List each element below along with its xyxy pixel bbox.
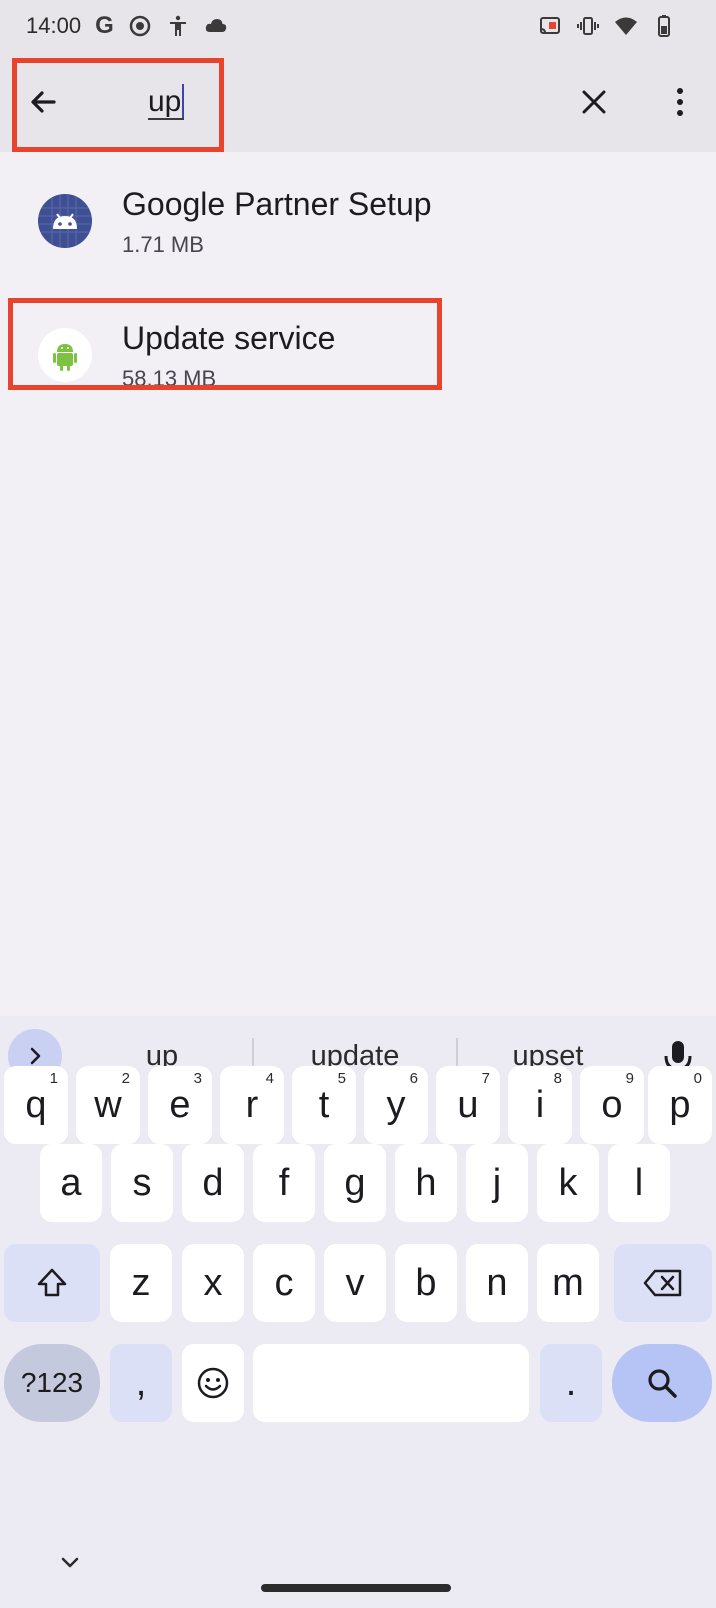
key-label: e — [169, 1083, 191, 1126]
key-i[interactable]: i8 — [508, 1066, 572, 1144]
key-label: a — [60, 1161, 82, 1204]
search-key[interactable] — [612, 1344, 712, 1422]
close-icon[interactable] — [574, 82, 614, 122]
key-o[interactable]: o9 — [580, 1066, 644, 1144]
key-p[interactable]: p0 — [648, 1066, 712, 1144]
comma-key[interactable]: , — [110, 1344, 172, 1422]
accessibility-icon — [169, 15, 186, 36]
emoji-icon — [197, 1367, 229, 1399]
key-j[interactable]: j — [466, 1144, 528, 1222]
key-u[interactable]: u7 — [436, 1066, 500, 1144]
chevron-right-icon — [30, 1047, 41, 1065]
symbols-key[interactable]: ?123 — [4, 1344, 100, 1422]
key-label: j — [492, 1161, 502, 1204]
key-label: , — [135, 1361, 147, 1404]
key-label: x — [203, 1261, 223, 1304]
backspace-icon — [643, 1269, 682, 1297]
more-vert-icon[interactable] — [660, 82, 700, 122]
key-hint: 8 — [553, 1070, 562, 1087]
key-hint: 4 — [265, 1070, 274, 1087]
shift-key[interactable] — [4, 1244, 100, 1322]
key-hint: 7 — [481, 1070, 490, 1087]
google-icon: G — [95, 12, 114, 39]
key-label: t — [318, 1083, 330, 1126]
key-d[interactable]: d — [182, 1144, 244, 1222]
key-label: u — [457, 1083, 479, 1126]
period-key[interactable]: . — [540, 1344, 602, 1422]
key-label: q — [25, 1083, 47, 1126]
vibrate-icon — [577, 17, 599, 35]
record-icon — [129, 15, 150, 37]
android-icon-dark — [38, 194, 92, 248]
app-size: 1.71 MB — [122, 232, 204, 257]
key-a[interactable]: a — [40, 1144, 102, 1222]
key-s[interactable]: s — [111, 1144, 173, 1222]
key-hint: 2 — [121, 1070, 130, 1087]
key-label: s — [132, 1161, 152, 1204]
key-label: r — [245, 1083, 259, 1126]
key-label: y — [386, 1083, 406, 1126]
key-label: o — [601, 1083, 623, 1126]
key-q[interactable]: q1 — [4, 1066, 68, 1144]
chevron-down-icon[interactable] — [58, 1550, 82, 1574]
key-label: . — [565, 1361, 577, 1404]
app-name: Google Partner Setup — [122, 186, 432, 222]
key-label: w — [94, 1083, 122, 1126]
key-m[interactable]: m — [537, 1244, 599, 1322]
key-label: ?123 — [20, 1367, 84, 1398]
battery-icon — [658, 15, 670, 37]
key-w[interactable]: w2 — [76, 1066, 140, 1144]
status-time: 14:00 — [26, 13, 82, 38]
key-label: k — [558, 1161, 578, 1204]
app-highlight-box — [8, 298, 442, 390]
key-n[interactable]: n — [466, 1244, 528, 1322]
key-label: f — [278, 1161, 290, 1204]
key-c[interactable]: c — [253, 1244, 315, 1322]
gesture-nav-bar[interactable] — [261, 1584, 451, 1592]
search-highlight-box — [12, 58, 224, 152]
key-l[interactable]: l — [608, 1144, 670, 1222]
key-label: l — [634, 1161, 644, 1204]
key-y[interactable]: y6 — [364, 1066, 428, 1144]
emoji-key[interactable] — [182, 1344, 244, 1422]
key-g[interactable]: g — [324, 1144, 386, 1222]
key-k[interactable]: k — [537, 1144, 599, 1222]
key-z[interactable]: z — [110, 1244, 172, 1322]
key-label: n — [486, 1261, 508, 1304]
cloud-icon — [205, 19, 226, 32]
key-r[interactable]: r4 — [220, 1066, 284, 1144]
key-label: g — [344, 1161, 366, 1204]
key-v[interactable]: v — [324, 1244, 386, 1322]
search-icon — [648, 1369, 677, 1398]
key-t[interactable]: t5 — [292, 1066, 356, 1144]
key-b[interactable]: b — [395, 1244, 457, 1322]
space-key[interactable] — [253, 1344, 529, 1422]
key-label: c — [274, 1261, 294, 1304]
key-label: i — [535, 1083, 545, 1126]
key-label: m — [552, 1261, 584, 1304]
key-hint: 5 — [337, 1070, 346, 1087]
wifi-icon — [615, 17, 637, 35]
key-label: d — [202, 1161, 224, 1204]
status-bar: 14:00 G — [0, 0, 716, 52]
key-label: p — [669, 1083, 691, 1126]
key-label: h — [415, 1161, 437, 1204]
key-label: z — [131, 1261, 151, 1304]
key-hint: 0 — [693, 1070, 702, 1087]
key-label: v — [345, 1261, 365, 1304]
key-hint: 6 — [409, 1070, 418, 1087]
key-h[interactable]: h — [395, 1144, 457, 1222]
key-x[interactable]: x — [182, 1244, 244, 1322]
key-label: b — [415, 1261, 437, 1304]
list-item-google-partner-setup[interactable]: Google Partner Setup 1.71 MB — [0, 168, 716, 278]
cast-icon — [540, 17, 560, 34]
key-hint: 3 — [193, 1070, 202, 1087]
keyboard: up update upset q1 w2 e3 r4 t5 y6 u7 i8 … — [0, 1016, 716, 1608]
shift-icon — [37, 1268, 67, 1297]
key-hint: 1 — [49, 1070, 58, 1087]
key-hint: 9 — [625, 1070, 634, 1087]
key-e[interactable]: e3 — [148, 1066, 212, 1144]
key-f[interactable]: f — [253, 1144, 315, 1222]
backspace-key[interactable] — [614, 1244, 712, 1322]
